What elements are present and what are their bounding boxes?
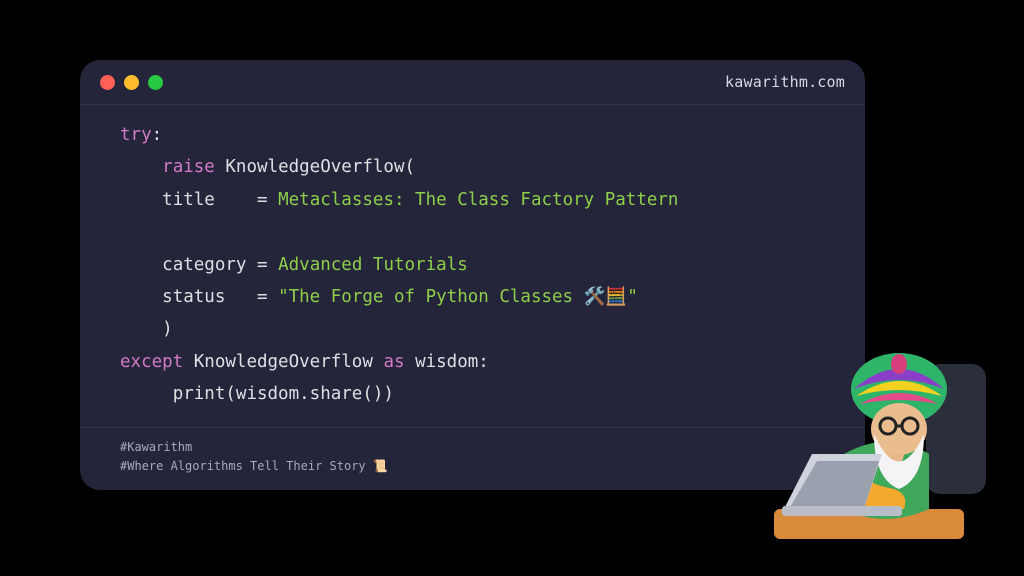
- param-status: status: [162, 287, 225, 307]
- except-class: KnowledgeOverflow: [194, 352, 373, 372]
- value-title: Metaclasses: The Class Factory Pattern: [278, 190, 678, 210]
- footer-tag-2: #Where Algorithms Tell Their Story 📜: [120, 457, 825, 476]
- close-icon[interactable]: [100, 75, 115, 90]
- code-window: kawarithm.com try: raise KnowledgeOverfl…: [80, 60, 865, 490]
- mascot-illustration: [774, 334, 994, 544]
- value-category: Advanced Tutorials: [278, 255, 468, 275]
- window-controls: [100, 75, 163, 90]
- kw-as: as: [383, 352, 404, 372]
- maximize-icon[interactable]: [148, 75, 163, 90]
- param-title: title: [162, 190, 215, 210]
- footer: #Kawarithm #Where Algorithms Tell Their …: [80, 427, 865, 490]
- value-status: "The Forge of Python Classes 🛠️🧮": [278, 287, 638, 307]
- footer-tag-1: #Kawarithm: [120, 438, 825, 457]
- var-wisdom: wisdom: [415, 352, 478, 372]
- class-name: KnowledgeOverflow: [225, 157, 404, 177]
- minimize-icon[interactable]: [124, 75, 139, 90]
- kw-raise: raise: [162, 157, 215, 177]
- kw-try: try: [120, 125, 152, 145]
- param-category: category: [162, 255, 246, 275]
- code-block: try: raise KnowledgeOverflow( title = Me…: [80, 105, 865, 427]
- kw-except: except: [120, 352, 183, 372]
- window-titlebar: kawarithm.com: [80, 60, 865, 105]
- print-line: print(wisdom.share()): [173, 384, 394, 404]
- site-label: kawarithm.com: [725, 73, 845, 91]
